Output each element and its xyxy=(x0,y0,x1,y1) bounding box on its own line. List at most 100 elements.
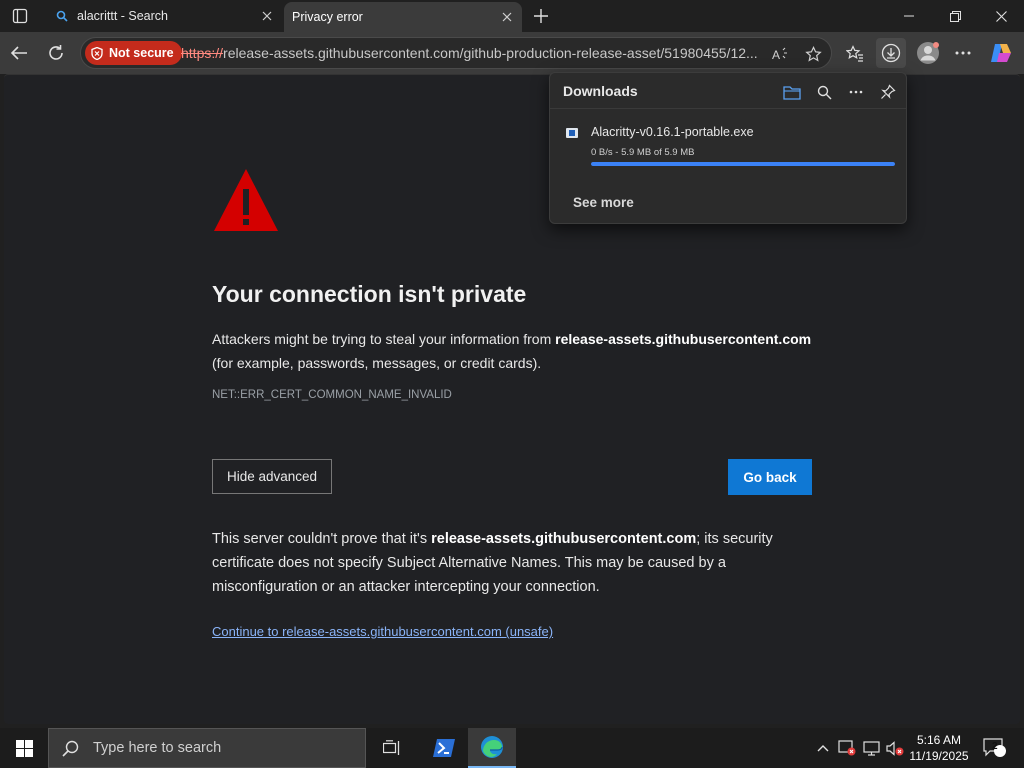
tab-privacy-error[interactable]: Privacy error xyxy=(284,2,522,32)
search-downloads-button[interactable] xyxy=(813,81,835,103)
clock-time: 5:16 AM xyxy=(916,733,962,747)
show-hidden-icons-button[interactable] xyxy=(812,728,834,768)
windows-logo-icon xyxy=(15,739,33,757)
url-text: https://release-assets.githubusercontent… xyxy=(181,45,761,61)
downloads-header: Downloads xyxy=(550,73,906,109)
pin-icon xyxy=(881,84,896,99)
powershell-taskbar-button[interactable] xyxy=(420,728,468,768)
task-view-icon xyxy=(383,740,400,755)
settings-more-button[interactable] xyxy=(948,38,978,68)
intro-host: release-assets.githubusercontent.com xyxy=(555,331,812,347)
download-file-name[interactable]: Alacritty-v0.16.1-portable.exe xyxy=(591,125,754,139)
close-window-button[interactable] xyxy=(978,0,1024,32)
url-scheme: https:// xyxy=(181,45,224,61)
network-tray-button[interactable] xyxy=(860,728,882,768)
chevron-up-icon xyxy=(817,745,829,752)
details-text-start: This server couldn't prove that it's xyxy=(212,531,432,547)
intro-text-start: Attackers might be trying to steal your … xyxy=(212,331,556,347)
shield-warning-icon xyxy=(838,740,856,756)
security-tray-button[interactable] xyxy=(836,728,858,768)
tab-actions-icon xyxy=(12,8,28,24)
downloads-button[interactable] xyxy=(876,38,906,68)
downloads-title: Downloads xyxy=(563,83,638,99)
edge-taskbar-button[interactable] xyxy=(468,728,516,768)
favorite-star-button[interactable] xyxy=(801,42,825,66)
close-tab-button[interactable] xyxy=(258,7,276,25)
close-icon xyxy=(502,12,512,22)
error-code: NET::ERR_CERT_COMMON_NAME_INVALID xyxy=(212,389,452,401)
arrow-left-icon xyxy=(10,46,27,60)
intro-text: Attackers might be trying to steal your … xyxy=(212,327,832,375)
minimize-icon xyxy=(904,15,914,17)
url-path: release-assets.githubusercontent.com/git… xyxy=(223,45,758,61)
page-title: Your connection isn't private xyxy=(212,281,527,307)
more-dots-icon xyxy=(849,90,863,94)
folder-icon xyxy=(783,85,801,100)
see-more-button[interactable]: See more xyxy=(573,195,634,210)
intro-text-end: (for example, passwords, messages, or cr… xyxy=(212,355,542,371)
details-text: This server couldn't prove that it's rel… xyxy=(212,527,802,599)
close-icon xyxy=(995,10,1007,22)
search-icon xyxy=(62,740,79,757)
more-dots-icon xyxy=(955,51,971,55)
read-aloud-icon: A xyxy=(772,47,787,61)
downloads-more-options-button[interactable] xyxy=(845,81,867,103)
avatar-icon xyxy=(917,42,939,64)
network-icon xyxy=(862,740,880,756)
notification-count: 2 xyxy=(992,741,998,752)
not-secure-badge[interactable]: Not secure xyxy=(85,41,182,65)
read-aloud-button[interactable]: A xyxy=(769,42,793,66)
taskbar-search-placeholder: Type here to search xyxy=(93,740,222,756)
warning-triangle-icon xyxy=(214,169,278,231)
tab-title: Privacy error xyxy=(292,10,363,24)
tab-bar: alacrittt - Search Privacy error xyxy=(0,0,1024,32)
browser-toolbar: Not secure https://release-assets.github… xyxy=(0,32,1024,74)
close-tab-button[interactable] xyxy=(498,8,516,26)
copilot-icon xyxy=(991,44,1011,62)
download-progress-bar xyxy=(591,162,895,166)
start-button[interactable] xyxy=(0,728,48,768)
open-downloads-folder-button[interactable] xyxy=(781,81,803,103)
restore-icon xyxy=(949,10,961,22)
refresh-button[interactable] xyxy=(41,38,71,68)
minimize-button[interactable] xyxy=(886,0,932,32)
download-icon xyxy=(881,43,901,63)
downloads-panel: Downloads Alacritty-v0.16.1-portable.exe… xyxy=(549,72,907,224)
shield-warning-icon xyxy=(91,46,103,60)
tab-search[interactable]: alacrittt - Search xyxy=(44,0,282,32)
favorites-button[interactable] xyxy=(840,38,870,68)
notifications-button[interactable]: 2 xyxy=(980,728,1010,768)
search-icon xyxy=(817,85,831,99)
search-favicon-icon xyxy=(56,10,68,22)
new-tab-button[interactable] xyxy=(528,4,554,28)
download-status: 0 B/s - 5.9 MB of 5.9 MB xyxy=(591,147,695,158)
address-bar[interactable]: Not secure https://release-assets.github… xyxy=(80,37,832,69)
taskbar-search-box[interactable]: Type here to search xyxy=(48,728,366,768)
svg-text:A: A xyxy=(772,48,780,61)
task-view-button[interactable] xyxy=(368,728,416,768)
details-host: release-assets.githubusercontent.com xyxy=(431,531,697,547)
continue-unsafe-link[interactable]: Continue to release-assets.githubusercon… xyxy=(212,624,553,639)
favorites-list-icon xyxy=(846,44,863,62)
star-icon xyxy=(804,45,822,62)
tab-actions-button[interactable] xyxy=(8,5,32,27)
taskbar-clock[interactable]: 5:16 AM 11/19/2025 xyxy=(902,732,976,764)
pin-downloads-button[interactable] xyxy=(877,81,899,103)
download-progress-fill xyxy=(591,162,895,166)
clock-date: 11/19/2025 xyxy=(909,749,969,763)
copilot-button[interactable] xyxy=(986,38,1016,68)
refresh-icon xyxy=(49,45,63,60)
hide-advanced-button[interactable]: Hide advanced xyxy=(212,459,332,494)
powershell-icon xyxy=(433,739,455,757)
exe-file-icon xyxy=(566,128,578,138)
edge-icon xyxy=(481,736,503,758)
close-icon xyxy=(262,11,272,21)
tab-title: alacrittt - Search xyxy=(77,9,169,23)
back-button[interactable] xyxy=(4,38,34,68)
plus-icon xyxy=(534,9,548,23)
profile-button[interactable] xyxy=(913,38,943,68)
go-back-button[interactable]: Go back xyxy=(728,459,812,495)
taskbar: Type here to search 5:16 AM 11/19/2025 2 xyxy=(0,728,1024,768)
not-secure-label: Not secure xyxy=(109,46,174,60)
restore-button[interactable] xyxy=(932,0,978,32)
